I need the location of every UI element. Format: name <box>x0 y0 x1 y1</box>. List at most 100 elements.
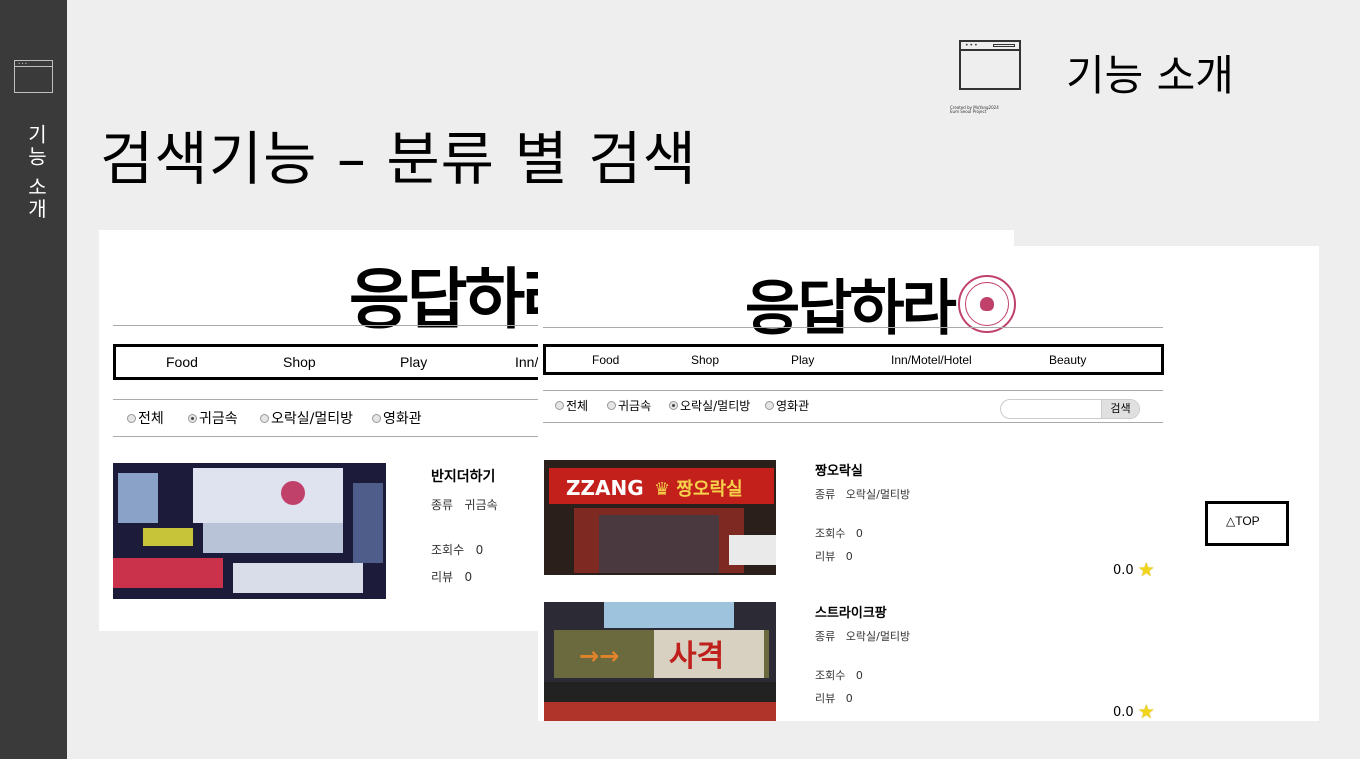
meta-label: 조회수 <box>815 669 846 682</box>
store-photo-arcade-2[interactable]: 사격 →→ <box>544 602 776 721</box>
store-name[interactable]: 스트라이크팡 <box>815 602 887 621</box>
filter-cinema[interactable]: 영화관 <box>765 397 809 414</box>
svg-text:사격: 사격 <box>669 639 724 674</box>
nav-shop[interactable]: Shop <box>691 353 719 367</box>
store-views: 조회수 0 <box>431 541 483 558</box>
store-reviews: 리뷰 0 <box>815 548 853 564</box>
meta-value: 0 <box>845 692 853 705</box>
search-box: 검색 <box>1000 399 1140 419</box>
rating-value: 0.0 <box>1113 704 1134 720</box>
nav-play[interactable]: Play <box>791 353 814 367</box>
store-rating: 0.0 ★ <box>1113 559 1155 581</box>
divider <box>543 327 1163 328</box>
radio-icon[interactable] <box>127 413 136 423</box>
store-photo-jewelry[interactable] <box>113 463 386 599</box>
store-category: 종류 오락실/멀티방 <box>815 486 910 502</box>
filter-label: 전체 <box>566 399 589 413</box>
divider <box>113 325 553 326</box>
meta-value: 0 <box>475 543 484 557</box>
meta-value: 0 <box>855 527 863 540</box>
filter-all[interactable]: 전체 <box>127 408 164 428</box>
meta-label: 리뷰 <box>431 570 454 584</box>
search-input[interactable] <box>1001 400 1101 418</box>
sidebar-label: 기능 소개 <box>24 124 48 221</box>
site-logo: 응답하라 <box>745 260 1016 347</box>
filter-jewelry[interactable]: 귀금속 <box>607 397 651 414</box>
star-icon: ★ <box>1137 559 1155 581</box>
window-icon: ••• <box>959 40 1021 90</box>
section-title: 기능 소개 <box>1066 51 1234 100</box>
divider <box>543 422 1163 423</box>
filter-jewelry[interactable]: 귀금속 <box>188 408 238 428</box>
svg-text:→→: →→ <box>579 642 619 670</box>
filter-label: 귀금속 <box>199 411 238 427</box>
filter-arcade[interactable]: 오락실/멀티방 <box>669 397 750 414</box>
meta-value: 0 <box>855 669 863 682</box>
filter-label: 오락실/멀티방 <box>680 399 751 413</box>
meta-label: 종류 <box>815 488 836 501</box>
meta-label: 종류 <box>815 630 836 643</box>
nav-play[interactable]: Play <box>400 354 427 370</box>
filter-label: 영화관 <box>383 411 422 427</box>
store-views: 조회수 0 <box>815 667 863 683</box>
radio-icon[interactable] <box>555 401 564 410</box>
nav-inn[interactable]: Inn/ <box>515 354 538 370</box>
meta-value: 오락실/멀티방 <box>845 488 911 501</box>
store-views: 조회수 0 <box>815 525 863 541</box>
divider <box>113 436 553 437</box>
scroll-top-button[interactable]: △TOP <box>1205 501 1289 546</box>
meta-value: 0 <box>845 550 853 563</box>
filter-label: 귀금속 <box>618 399 652 413</box>
logo-text: 응답하라 <box>745 274 957 344</box>
radio-icon[interactable] <box>765 401 774 410</box>
store-name[interactable]: 짱오락실 <box>815 460 863 479</box>
category-nav: Food Shop Play Inn/ <box>113 344 573 380</box>
store-name[interactable]: 반지더하기 <box>431 466 495 486</box>
page-title: 검색기능 – 분류 별 검색 <box>100 125 697 193</box>
left-sidebar: ••• 기능 소개 <box>0 0 67 759</box>
meta-value: 0 <box>464 570 473 584</box>
store-photo-arcade-1[interactable]: ZZANG ♛ 짱오락실 <box>544 460 776 575</box>
nav-beauty[interactable]: Beauty <box>1049 353 1086 367</box>
nav-food[interactable]: Food <box>592 353 619 367</box>
meta-value: 오락실/멀티방 <box>845 630 911 643</box>
radio-checked-icon[interactable] <box>669 401 678 410</box>
svg-text:ZZANG: ZZANG <box>566 476 644 500</box>
filter-label: 오락실/멀티방 <box>271 411 353 427</box>
filter-all[interactable]: 전체 <box>555 397 588 414</box>
radio-icon[interactable] <box>260 413 269 423</box>
rating-value: 0.0 <box>1113 562 1134 578</box>
store-category: 종류 오락실/멀티방 <box>815 628 910 644</box>
category-nav: Food Shop Play Inn/Motel/Hotel Beauty <box>543 344 1164 375</box>
nav-inn-motel-hotel[interactable]: Inn/Motel/Hotel <box>891 353 972 367</box>
nav-shop[interactable]: Shop <box>283 354 316 370</box>
window-icon: ••• <box>14 60 53 93</box>
divider <box>543 390 1163 391</box>
search-button[interactable]: 검색 <box>1101 400 1139 418</box>
radio-icon[interactable] <box>607 401 616 410</box>
filter-label: 영화관 <box>776 399 810 413</box>
radio-icon[interactable] <box>372 413 381 423</box>
filter-cinema[interactable]: 영화관 <box>372 408 422 428</box>
meta-value: 귀금속 <box>464 498 498 512</box>
store-rating: 0.0 ★ <box>1113 701 1155 721</box>
filter-arcade[interactable]: 오락실/멀티방 <box>260 408 353 428</box>
star-icon: ★ <box>1137 701 1155 721</box>
meta-label: 리뷰 <box>815 692 836 705</box>
meta-label: 종류 <box>431 498 454 512</box>
radio-checked-icon[interactable] <box>188 413 197 423</box>
meta-label: 리뷰 <box>815 550 836 563</box>
svg-text:♛ 짱오락실: ♛ 짱오락실 <box>654 479 743 500</box>
screenshot-panel-arcade: 응답하라 Food Shop Play Inn/Motel/Hotel Beau… <box>538 246 1319 721</box>
divider <box>113 399 553 400</box>
store-reviews: 리뷰 0 <box>815 690 853 706</box>
store-category: 종류 귀금속 <box>431 496 498 513</box>
credit-line: Eum Seoul Project <box>950 109 987 114</box>
filter-label: 전체 <box>138 411 164 427</box>
meta-label: 조회수 <box>815 527 846 540</box>
header-credit: Created by MoYang2024 Eum Seoul Project <box>950 106 999 114</box>
store-reviews: 리뷰 0 <box>431 568 472 585</box>
meta-label: 조회수 <box>431 543 465 557</box>
nav-food[interactable]: Food <box>166 354 198 370</box>
university-seal-icon <box>957 274 1016 333</box>
